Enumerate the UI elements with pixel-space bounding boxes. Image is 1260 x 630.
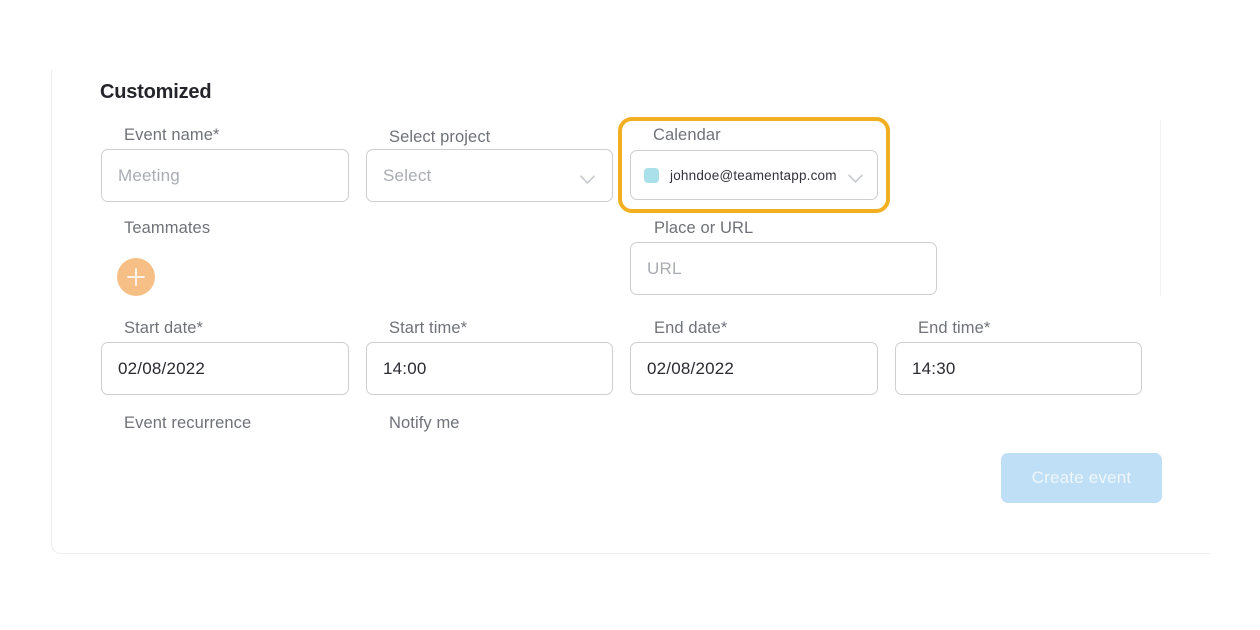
event-name-input[interactable]: Meeting <box>101 149 349 202</box>
place-or-url-value: URL <box>647 258 682 278</box>
end-date-input[interactable]: 02/08/2022 <box>630 342 878 395</box>
place-or-url-label: Place or URL <box>654 219 754 237</box>
start-time-value: 14:00 <box>383 358 427 378</box>
end-time-label: End time* <box>918 319 991 337</box>
end-date-label: End date* <box>654 319 728 337</box>
place-or-url-input[interactable]: URL <box>630 242 937 295</box>
notify-me-label[interactable]: Notify me <box>389 414 460 433</box>
select-project-value: Select <box>383 165 432 185</box>
page-title: Customized <box>100 81 212 103</box>
end-time-value: 14:30 <box>912 358 956 378</box>
calendar-value: johndoe@teamentapp.com <box>670 167 837 183</box>
chevron-down-icon <box>580 168 596 184</box>
calendar-dropdown[interactable]: johndoe@teamentapp.com <box>630 150 878 200</box>
end-date-value: 02/08/2022 <box>647 358 735 378</box>
plus-icon-vertical <box>135 268 137 286</box>
start-time-input[interactable]: 14:00 <box>366 342 613 395</box>
teammates-label: Teammates <box>124 219 211 237</box>
event-recurrence-label[interactable]: Event recurrence <box>124 414 251 433</box>
start-date-label: Start date* <box>124 319 204 337</box>
card-right-divider <box>1160 120 1161 296</box>
end-time-input[interactable]: 14:30 <box>895 342 1142 395</box>
add-teammate-button[interactable] <box>117 258 155 296</box>
start-date-value: 02/08/2022 <box>118 358 206 378</box>
calendar-label: Calendar <box>653 126 721 144</box>
chevron-down-icon <box>848 167 864 183</box>
event-name-label: Event name* <box>124 126 220 144</box>
calendar-avatar <box>644 167 659 183</box>
start-date-input[interactable]: 02/08/2022 <box>101 342 349 395</box>
select-project-dropdown[interactable]: Select <box>366 149 613 202</box>
start-time-label: Start time* <box>389 319 468 337</box>
select-project-label: Select project <box>389 128 491 146</box>
event-name-value: Meeting <box>118 165 180 185</box>
create-event-button[interactable]: Create event <box>1001 453 1162 503</box>
